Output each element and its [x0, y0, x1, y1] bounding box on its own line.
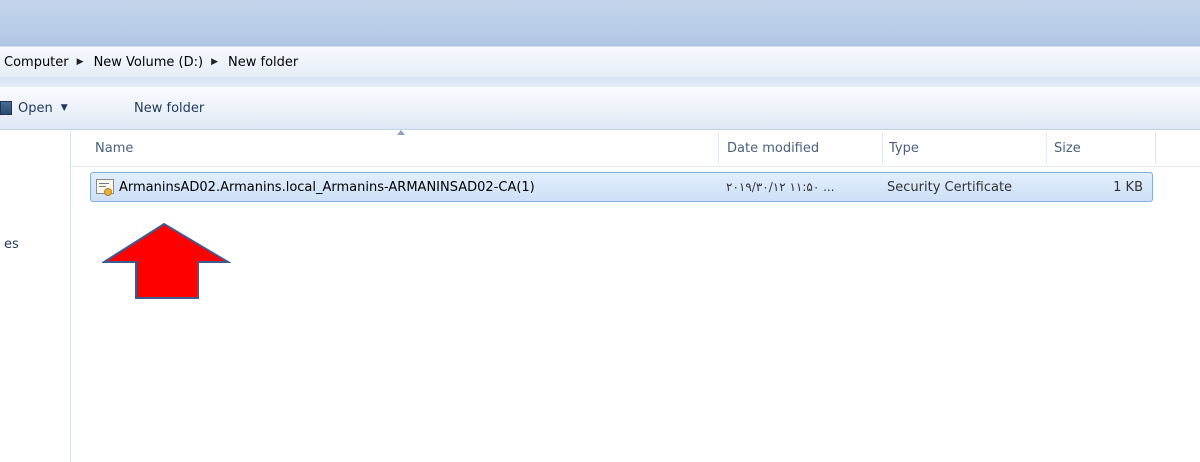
column-divider[interactable]: [718, 132, 719, 164]
column-divider[interactable]: [882, 132, 883, 164]
file-name: ArmaninsAD02.Armanins.local_Armanins-ARM…: [119, 179, 535, 195]
open-button[interactable]: Open ▼: [0, 87, 68, 129]
chevron-down-icon[interactable]: ▼: [61, 103, 68, 113]
column-header-date-modified[interactable]: Date modified: [727, 130, 819, 166]
column-header-type[interactable]: Type: [889, 130, 919, 166]
column-headers: Name Date modified Type Size: [71, 130, 1200, 167]
column-header-size-label: Size: [1054, 140, 1081, 156]
red-up-arrow-annotation: [102, 222, 232, 299]
file-row[interactable]: ArmaninsAD02.Armanins.local_Armanins-ARM…: [90, 172, 1153, 202]
breadcrumb-separator-icon[interactable]: ▶: [73, 57, 90, 67]
new-folder-label: New folder: [134, 100, 205, 116]
breadcrumb: Computer ▶ New Volume (D:) ▶ New folder: [0, 55, 302, 70]
command-toolbar: Open ▼ New folder: [0, 87, 1200, 130]
window-titlebar: [0, 0, 1200, 46]
breadcrumb-computer[interactable]: Computer: [0, 55, 73, 70]
file-type: Security Certificate: [887, 179, 1013, 195]
nav-item-partial[interactable]: es: [4, 237, 19, 252]
column-divider[interactable]: [1046, 132, 1047, 164]
column-header-name[interactable]: Name: [95, 130, 133, 166]
navigation-pane: es: [0, 130, 71, 462]
breadcrumb-new-folder[interactable]: New folder: [224, 55, 302, 70]
column-header-name-label: Name: [95, 140, 134, 156]
new-folder-button[interactable]: New folder: [134, 87, 204, 129]
column-header-size[interactable]: Size: [1054, 130, 1081, 166]
address-bar[interactable]: Computer ▶ New Volume (D:) ▶ New folder: [0, 46, 1200, 78]
column-header-type-label: Type: [889, 140, 919, 156]
file-size: 1 KB: [1113, 179, 1143, 195]
column-divider[interactable]: [1155, 132, 1156, 164]
column-header-date-label: Date modified: [727, 140, 820, 156]
certificate-icon: [96, 179, 114, 196]
breadcrumb-separator-icon[interactable]: ▶: [207, 57, 224, 67]
file-date-modified: ۲۰۱۹/۳۰/۱۲ ۱۱:۵۰ ...: [726, 180, 835, 194]
sort-ascending-icon: [397, 130, 405, 135]
breadcrumb-new-volume[interactable]: New Volume (D:): [90, 55, 208, 70]
open-app-icon: [0, 101, 12, 115]
open-label: Open: [18, 100, 53, 116]
address-bar-gap: [0, 77, 1200, 87]
